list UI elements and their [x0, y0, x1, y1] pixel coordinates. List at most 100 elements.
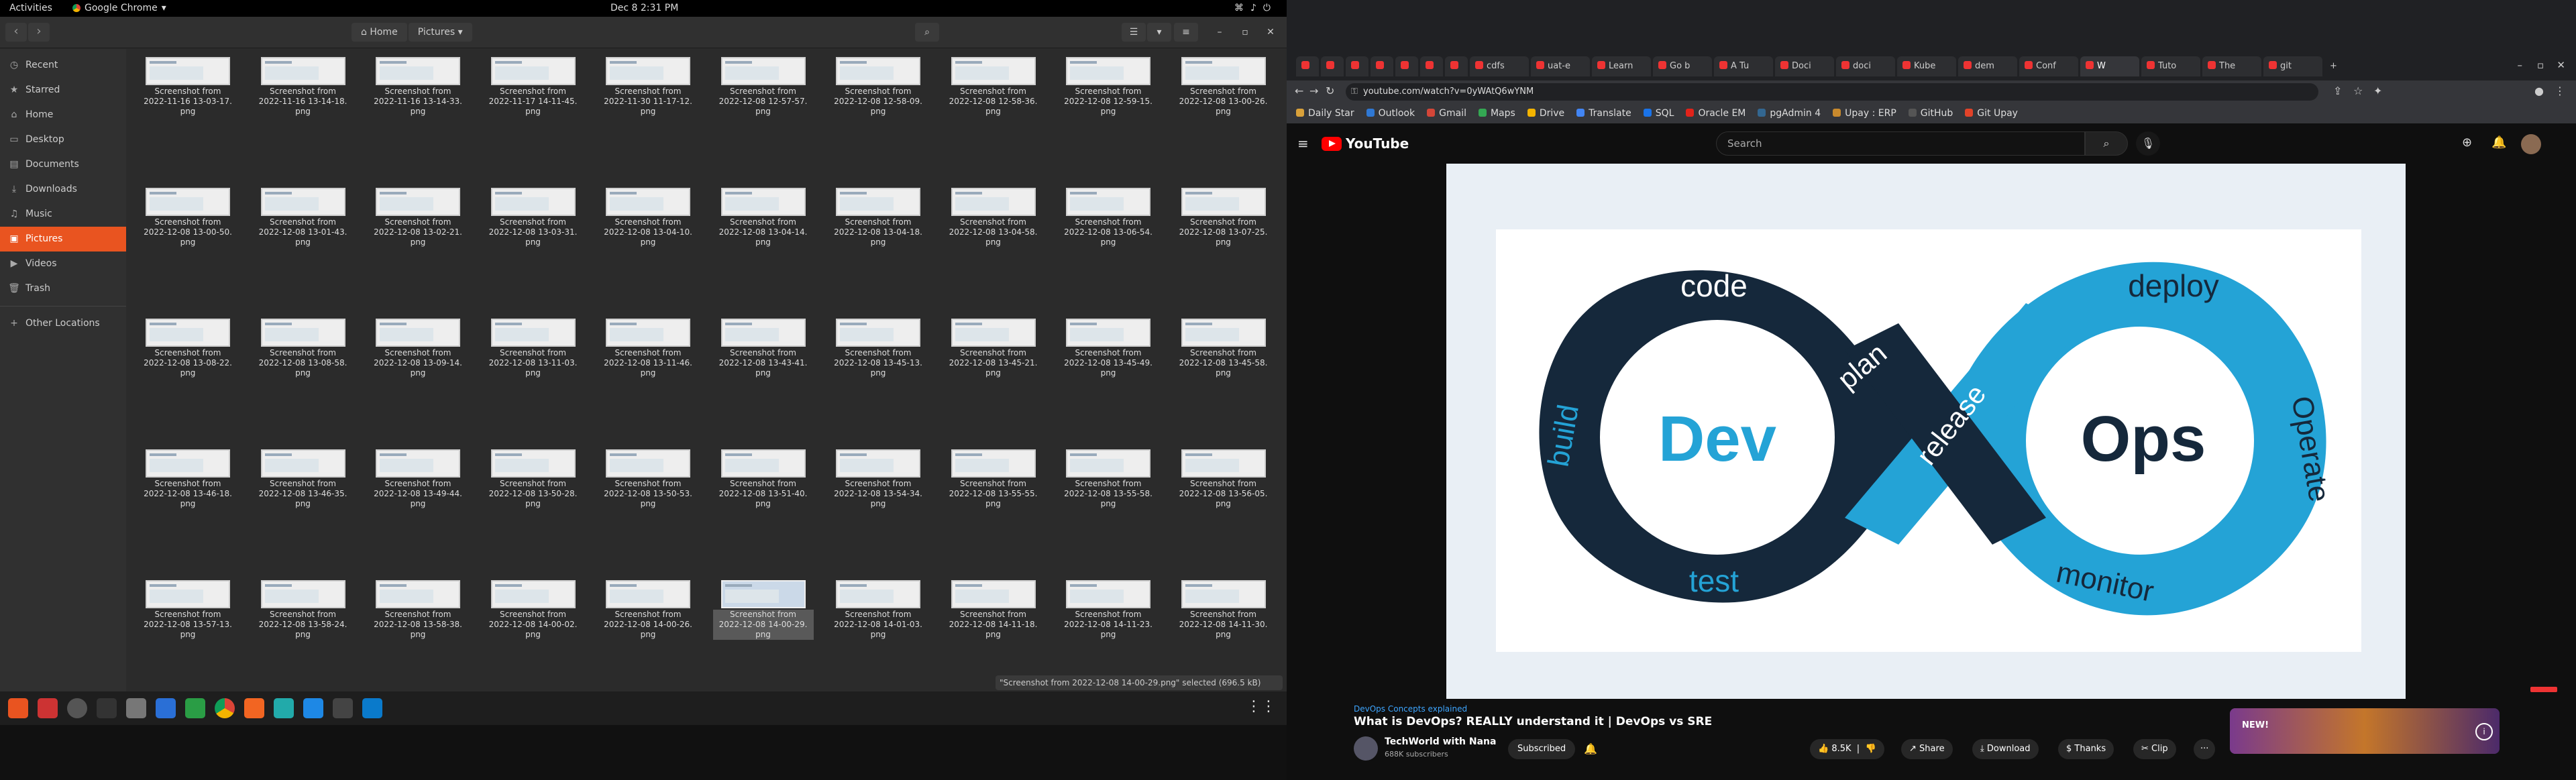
download-button[interactable]: ⤓ Download	[1972, 739, 2039, 759]
browser-tab[interactable]: Kube	[1897, 56, 1956, 76]
more-actions-button[interactable]: ···	[2194, 739, 2216, 759]
file-item[interactable]: Screenshot from 2022-12-08 13-49-44. png	[368, 449, 468, 523]
channel-avatar[interactable]	[1354, 736, 1378, 761]
bookmark-item[interactable]: Gmail	[1427, 108, 1466, 119]
guide-menu-icon[interactable]: ≡	[1297, 135, 1309, 152]
forward-button[interactable]: ›	[28, 23, 50, 42]
minimize-icon[interactable]: –	[2518, 59, 2523, 71]
file-item[interactable]: Screenshot from 2022-11-16 13-14-18. png	[253, 57, 354, 131]
bookmark-item[interactable]: Daily Star	[1296, 108, 1354, 119]
view-options-button[interactable]: ▾	[1147, 23, 1171, 42]
file-item[interactable]: Screenshot from 2022-12-08 13-45-58. png	[1173, 319, 1274, 392]
file-item[interactable]: Screenshot from 2022-12-08 14-11-30. png	[1173, 580, 1274, 654]
reload-icon[interactable]: ↻	[1326, 85, 1334, 97]
path-current-button[interactable]: Pictures ▾	[408, 23, 472, 42]
file-item[interactable]: Screenshot from 2022-12-08 13-04-18. png	[828, 188, 928, 262]
file-item[interactable]: Screenshot from 2022-12-08 13-56-05. png	[1173, 449, 1274, 523]
file-item[interactable]: Screenshot from 2022-12-08 13-45-49. png	[1058, 319, 1159, 392]
file-item[interactable]: Screenshot from 2022-12-08 13-46-35. png	[253, 449, 354, 523]
share-button[interactable]: ↗ Share	[1901, 739, 1953, 759]
browser-tab[interactable]: cdfs	[1470, 56, 1529, 76]
activities-button[interactable]: Activities	[9, 3, 52, 13]
sidebar-item-home[interactable]: ⌂ Home	[0, 103, 126, 127]
bookmark-item[interactable]: Maps	[1478, 108, 1515, 119]
omnibox[interactable]: ⚿ youtube.com/watch?v=0yWAtQ6wYNM	[1346, 83, 2318, 101]
ad-banner[interactable]: NEW! i	[2230, 708, 2500, 754]
view-toggle-button[interactable]: ☰	[1122, 23, 1146, 42]
file-item[interactable]: Screenshot from 2022-11-16 13-14-33. png	[368, 57, 468, 131]
voice-search-button[interactable]: 🎙	[2136, 131, 2160, 156]
file-item[interactable]: Screenshot from 2022-12-08 14-11-18. png	[943, 580, 1044, 654]
browser-tab[interactable]	[1371, 56, 1393, 76]
back-icon[interactable]: ←	[1295, 85, 1303, 97]
notification-bell-button[interactable]: 🔔	[1580, 739, 1601, 759]
vscode-icon[interactable]	[362, 698, 382, 718]
show-apps-icon[interactable]: ⋮⋮	[1246, 698, 1276, 715]
system-tray[interactable]: ⌘♪⏻	[1234, 3, 1277, 13]
file-item[interactable]: Screenshot from 2022-12-08 13-00-26. png	[1173, 57, 1274, 131]
browser-tab[interactable]	[1321, 56, 1344, 76]
bookmark-star-icon[interactable]: ☆	[2353, 85, 2363, 97]
file-item[interactable]: Screenshot from 2022-11-17 14-11-45. png	[483, 57, 584, 131]
file-item[interactable]: Screenshot from 2022-12-08 13-06-54. png	[1058, 188, 1159, 262]
file-item[interactable]: Screenshot from 2022-12-08 13-58-24. png	[253, 580, 354, 654]
files-icon[interactable]	[126, 698, 146, 718]
browser-tab[interactable]	[1346, 56, 1368, 76]
app-menu[interactable]: Google Chrome ▾	[72, 3, 166, 13]
file-item[interactable]: Screenshot from 2022-12-08 13-09-14. png	[368, 319, 468, 392]
chrome-icon[interactable]	[215, 698, 235, 718]
file-item[interactable]: Screenshot from 2022-12-08 13-55-58. png	[1058, 449, 1159, 523]
close-icon[interactable]: ✕	[2557, 59, 2565, 71]
file-item[interactable]: Screenshot from 2022-12-08 13-11-46. png	[598, 319, 698, 392]
kebab-menu-icon[interactable]: ⋮	[2555, 85, 2565, 97]
postman-icon[interactable]	[244, 698, 264, 718]
bookmark-item[interactable]: Translate	[1576, 108, 1631, 119]
sidebar-item-pictures[interactable]: ▣ Pictures	[0, 227, 126, 252]
youtube-logo[interactable]: YouTube	[1322, 135, 1409, 152]
browser-tab[interactable]: git	[2263, 56, 2322, 76]
sidebar-item-desktop[interactable]: ▭ Desktop	[0, 127, 126, 152]
sidebar-item-documents[interactable]: ▤ Documents	[0, 152, 126, 177]
browser-tab[interactable]: dem	[1958, 56, 2017, 76]
sidebar-item-downloads[interactable]: ⤓ Downloads	[0, 177, 126, 202]
file-item[interactable]: Screenshot from 2022-12-08 13-55-55. png	[943, 449, 1044, 523]
terminal-icon[interactable]	[97, 698, 117, 718]
file-item[interactable]: Screenshot from 2022-12-08 14-00-29. png	[712, 580, 814, 654]
dbeaver-icon[interactable]	[303, 698, 323, 718]
file-item[interactable]: Screenshot from 2022-12-08 13-50-28. png	[483, 449, 584, 523]
file-item[interactable]: Screenshot from 2022-12-08 13-08-22. png	[138, 319, 238, 392]
sidebar-item-recent[interactable]: ◷ Recent	[0, 53, 126, 78]
file-item[interactable]: Screenshot from 2022-12-08 13-02-21. png	[368, 188, 468, 262]
file-item[interactable]: Screenshot from 2022-12-08 13-03-31. png	[483, 188, 584, 262]
browser-tab[interactable]: doci	[1836, 56, 1895, 76]
file-item[interactable]: Screenshot from 2022-12-08 14-00-26. png	[598, 580, 698, 654]
file-item[interactable]: Screenshot from 2022-11-16 13-03-17. png	[138, 57, 238, 131]
search-button[interactable]: ⌕	[2085, 131, 2128, 156]
sidebar-item-music[interactable]: ♫ Music	[0, 202, 126, 227]
close-button[interactable]: ✕	[1258, 23, 1283, 42]
browser-tab[interactable]	[1420, 56, 1443, 76]
search-button[interactable]: ⌕	[915, 23, 939, 42]
thanks-button[interactable]: $ Thanks	[2058, 739, 2114, 759]
browser-tab[interactable]: Learn	[1592, 56, 1651, 76]
browser-tab[interactable]	[1395, 56, 1418, 76]
search-input[interactable]: Search	[1716, 131, 2085, 156]
ad-info-icon[interactable]: i	[2475, 723, 2493, 740]
back-button[interactable]: ‹	[5, 23, 27, 42]
bookmark-item[interactable]: Upay : ERP	[1833, 108, 1896, 119]
file-item[interactable]: Screenshot from 2022-12-08 13-58-38. png	[368, 580, 468, 654]
bookmark-item[interactable]: pgAdmin 4	[1758, 108, 1821, 119]
file-item[interactable]: Screenshot from 2022-12-08 12-59-15. png	[1058, 57, 1159, 131]
clock[interactable]: Dec 8 2:31 PM	[610, 3, 678, 13]
file-item[interactable]: Screenshot from 2022-12-08 13-04-14. png	[713, 188, 814, 262]
video-hashtags[interactable]: DevOps Concepts explained	[1354, 704, 1467, 714]
file-item[interactable]: Screenshot from 2022-12-08 12-58-09. png	[828, 57, 928, 131]
calc-icon[interactable]	[185, 698, 205, 718]
file-item[interactable]: Screenshot from 2022-12-08 13-45-21. png	[943, 319, 1044, 392]
file-item[interactable]: Screenshot from 2022-12-08 13-07-25. png	[1173, 188, 1274, 262]
sidebar-item-other-locations[interactable]: + Other Locations	[0, 311, 126, 336]
obs-icon[interactable]	[67, 698, 87, 718]
file-item[interactable]: Screenshot from 2022-12-08 13-45-13. png	[828, 319, 928, 392]
browser-tab[interactable]	[1296, 56, 1319, 76]
file-item[interactable]: Screenshot from 2022-12-08 12-58-36. png	[943, 57, 1044, 131]
